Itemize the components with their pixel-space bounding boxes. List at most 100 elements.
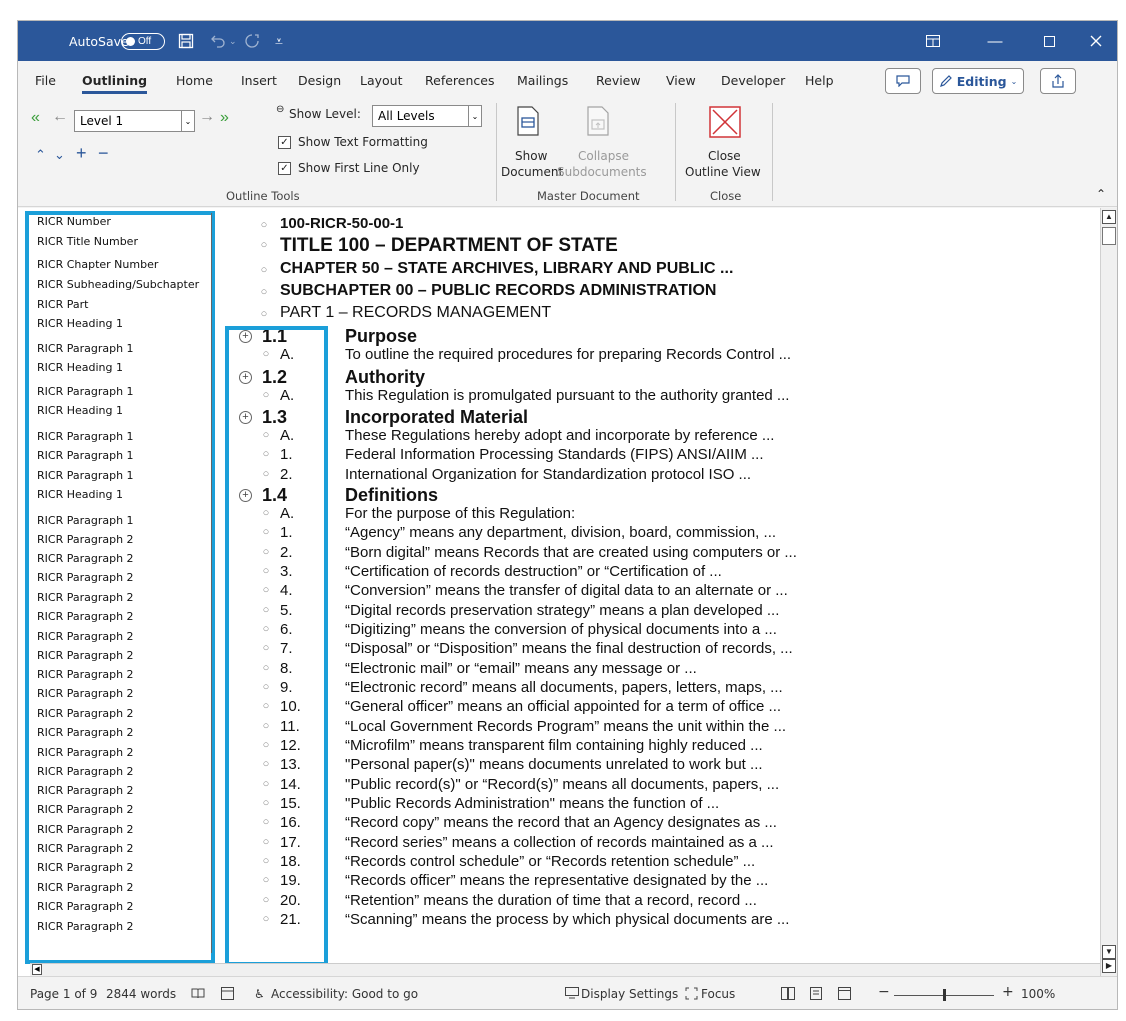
outline-header-line[interactable]: PART 1 – RECORDS MANAGEMENT [280, 304, 551, 322]
promote-icon[interactable]: ← [52, 108, 68, 126]
zoom-level[interactable]: 100% [1021, 987, 1055, 1001]
show-first-line-only-checkbox[interactable]: ✓ [278, 162, 291, 175]
tab-review[interactable]: Review [596, 73, 641, 88]
read-mode-icon[interactable] [781, 987, 795, 1003]
editing-mode-button[interactable]: Editing ⌄ [932, 68, 1024, 94]
tab-outlining[interactable]: Outlining [82, 73, 148, 94]
paragraph-text[interactable]: This Regulation is promulgated pursuant … [345, 387, 789, 404]
paragraph-text[interactable]: “Records officer” means the representati… [345, 872, 768, 889]
tab-mailings[interactable]: Mailings [517, 73, 568, 88]
heading-text[interactable]: Purpose [345, 326, 417, 347]
comments-button[interactable] [885, 68, 921, 94]
display-settings-button[interactable]: Display Settings [581, 987, 678, 1001]
tab-home[interactable]: Home [176, 73, 213, 88]
paragraph-text[interactable]: "Personal paper(s)" means documents unre… [345, 756, 763, 773]
paragraph-text[interactable]: “Born digital” means Records that are cr… [345, 544, 797, 561]
tab-view[interactable]: View [666, 73, 696, 88]
paragraph-text[interactable]: To outline the required procedures for p… [345, 346, 791, 363]
paragraph-text[interactable]: "Public Records Administration" means th… [345, 795, 719, 812]
tab-design[interactable]: Design [298, 73, 341, 88]
heading-text[interactable]: Incorporated Material [345, 407, 528, 428]
paragraph-text[interactable]: International Organization for Standardi… [345, 466, 751, 483]
ribbon-display-icon[interactable] [926, 21, 940, 61]
print-layout-icon[interactable] [810, 987, 822, 1003]
maximize-icon[interactable] [1026, 21, 1072, 61]
paragraph-text[interactable]: “Electronic record” means all documents,… [345, 679, 783, 696]
vertical-scrollbar[interactable]: ▲ ▼ ▶ [1100, 208, 1117, 976]
paragraph-text[interactable]: “Record series” means a collection of re… [345, 834, 774, 851]
paragraph-text[interactable]: These Regulations hereby adopt and incor… [345, 427, 774, 444]
collapse-icon[interactable]: − [98, 143, 109, 164]
word-count[interactable]: 2844 words [106, 987, 176, 1001]
heading-text[interactable]: Authority [345, 367, 425, 388]
expand-heading-icon[interactable]: + [239, 411, 252, 424]
paragraph-text[interactable]: “General officer” means an official appo… [345, 698, 781, 715]
undo-icon[interactable] [210, 21, 226, 61]
redo-icon[interactable] [244, 21, 260, 61]
tab-references[interactable]: References [425, 73, 494, 88]
zoom-slider[interactable] [894, 989, 994, 1001]
autosave-toggle[interactable]: Off [121, 33, 165, 50]
minimize-icon[interactable]: — [972, 21, 1018, 61]
close-icon[interactable] [1073, 21, 1117, 61]
focus-button[interactable]: Focus [701, 987, 735, 1001]
zoom-slider-thumb[interactable] [943, 989, 946, 1001]
paragraph-text[interactable]: For the purpose of this Regulation: [345, 505, 575, 522]
close-outline-view-button[interactable] [709, 106, 741, 143]
outline-header-line[interactable]: SUBCHAPTER 00 – PUBLIC RECORDS ADMINISTR… [280, 282, 716, 300]
demote-to-body-icon[interactable]: » [220, 109, 229, 127]
outline-header-line[interactable]: TITLE 100 – DEPARTMENT OF STATE [280, 235, 618, 257]
tab-help[interactable]: Help [805, 73, 834, 88]
macro-icon[interactable] [221, 987, 234, 1003]
outline-header-line[interactable]: 100-RICR-50-00-1 [280, 215, 403, 232]
style-area-divider[interactable] [211, 213, 212, 953]
show-level-select[interactable]: All Levels ⌄ [372, 105, 482, 127]
paragraph-text[interactable]: “Retention” means the duration of time t… [345, 892, 757, 909]
promote-to-heading-icon[interactable]: « [31, 109, 40, 127]
scroll-thumb[interactable] [1102, 227, 1116, 245]
web-layout-icon[interactable] [838, 987, 851, 1003]
tab-file[interactable]: File [35, 73, 56, 88]
page-count[interactable]: Page 1 of 9 [30, 987, 97, 1001]
zoom-out-icon[interactable]: − [878, 984, 890, 1000]
paragraph-text[interactable]: Federal Information Processing Standards… [345, 446, 764, 463]
paragraph-text[interactable]: “Certification of records destruction” o… [345, 563, 722, 580]
collapse-ribbon-icon[interactable]: ⌃ [1096, 187, 1106, 201]
paragraph-text[interactable]: “Record copy” means the record that an A… [345, 814, 777, 831]
heading-text[interactable]: Definitions [345, 485, 438, 506]
paragraph-text[interactable]: “Digitizing” means the conversion of phy… [345, 621, 777, 638]
paragraph-text[interactable]: "Public record(s)" or “Record(s)” means … [345, 776, 779, 793]
scroll-up-icon[interactable]: ▲ [1102, 210, 1116, 224]
expand-icon[interactable]: + [76, 143, 87, 164]
customize-toolbar-icon[interactable]: ⩡ [275, 21, 283, 61]
collapse-subdocuments-button[interactable] [586, 106, 610, 141]
move-down-icon[interactable]: ⌄ [54, 147, 65, 163]
show-document-button[interactable] [516, 106, 540, 141]
paragraph-text[interactable]: “Agency” means any department, division,… [345, 524, 776, 541]
share-button[interactable] [1040, 68, 1076, 94]
paragraph-text[interactable]: “Records control schedule” or “Records r… [345, 853, 755, 870]
scroll-down-icon[interactable]: ▼ [1102, 945, 1116, 959]
outline-header-line[interactable]: CHAPTER 50 – STATE ARCHIVES, LIBRARY AND… [280, 260, 733, 278]
show-text-formatting-checkbox[interactable]: ✓ [278, 136, 291, 149]
tab-developer[interactable]: Developer [721, 73, 785, 88]
paragraph-text[interactable]: “Conversion” means the transfer of digit… [345, 582, 788, 599]
expand-heading-icon[interactable]: + [239, 371, 252, 384]
undo-dropdown-icon[interactable]: ⌄ [229, 21, 237, 61]
scroll-left-icon[interactable]: ◀ [32, 964, 42, 975]
horizontal-scrollbar[interactable]: ◀ [30, 963, 1100, 976]
paragraph-text[interactable]: “Microfilm” means transparent film conta… [345, 737, 763, 754]
paragraph-text[interactable]: “Scanning” means the process by which ph… [345, 911, 789, 928]
scroll-right-icon[interactable]: ▶ [1102, 959, 1116, 973]
paragraph-text[interactable]: “Electronic mail” or “email” means any m… [345, 660, 697, 677]
outline-level-select[interactable]: Level 1 ⌄ [74, 110, 195, 132]
tab-layout[interactable]: Layout [360, 73, 403, 88]
save-icon[interactable] [178, 21, 194, 61]
zoom-in-icon[interactable]: + [1002, 984, 1014, 1000]
demote-icon[interactable]: → [199, 108, 215, 126]
paragraph-text[interactable]: “Local Government Records Program” means… [345, 718, 786, 735]
expand-heading-icon[interactable]: + [239, 330, 252, 343]
paragraph-text[interactable]: “Digital records preservation strategy” … [345, 602, 779, 619]
accessibility-status[interactable]: Accessibility: Good to go [271, 987, 418, 1001]
proofing-icon[interactable] [191, 987, 205, 1002]
